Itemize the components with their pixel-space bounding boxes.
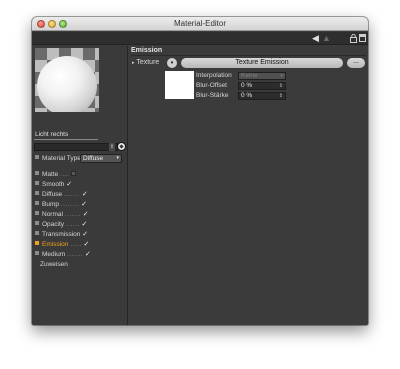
material-type-row: Material Type bbox=[35, 154, 81, 163]
spin-arrows-icon[interactable]: ⇕ bbox=[279, 83, 283, 89]
bullet-icon bbox=[35, 241, 39, 245]
channel-label: Opacity bbox=[42, 221, 65, 228]
checkmark-icon[interactable]: ✓ bbox=[82, 231, 88, 238]
channel-opacity[interactable]: Opacity ...... ✓ bbox=[35, 220, 87, 229]
up-arrow-icon[interactable]: ▲ bbox=[322, 34, 331, 43]
bullet-icon bbox=[35, 221, 39, 225]
leader-dots: ....... bbox=[64, 211, 81, 218]
chevron-down-icon: ▾ bbox=[116, 155, 119, 161]
lock-icon[interactable] bbox=[350, 34, 357, 43]
channel-label: Diffuse bbox=[42, 191, 63, 198]
channel-smooth[interactable]: Smooth ✓ bbox=[35, 180, 72, 189]
pick-material-icon[interactable] bbox=[117, 142, 126, 151]
matte-checkbox[interactable] bbox=[71, 171, 77, 176]
leader-dots: ....... bbox=[66, 251, 84, 258]
material-type-label: Material Type bbox=[42, 155, 81, 162]
blur-strength-value: 0 % bbox=[241, 92, 253, 99]
interpolation-label: Interpolation bbox=[196, 72, 232, 79]
channel-medium[interactable]: Medium ....... ✓ bbox=[35, 250, 91, 259]
channel-matte[interactable]: Matte .... bbox=[35, 170, 77, 179]
material-name-field[interactable] bbox=[34, 143, 118, 151]
more-options-button[interactable]: ... bbox=[347, 58, 365, 68]
back-arrow-icon[interactable]: ◀ bbox=[312, 34, 319, 43]
channel-label: Bump bbox=[42, 201, 59, 208]
checkmark-icon[interactable]: ✓ bbox=[66, 181, 72, 188]
channel-transmission[interactable]: Transmission ✓ bbox=[35, 230, 88, 239]
leader-dots: ...... bbox=[65, 221, 80, 228]
blur-offset-label: Blur-Offset bbox=[196, 82, 227, 89]
texture-name-button[interactable]: Texture Emission bbox=[181, 58, 343, 68]
material-type-value: Diffuse bbox=[83, 155, 104, 162]
material-preview[interactable] bbox=[35, 48, 99, 112]
texture-label[interactable]: ▸ Texture bbox=[132, 59, 159, 67]
channel-label: Normal bbox=[42, 211, 63, 218]
leader-dots: .... bbox=[60, 171, 70, 178]
channel-emission[interactable]: Emission ..... ✓ bbox=[35, 240, 89, 249]
bullet-icon bbox=[35, 155, 39, 159]
properties-panel: Emission ▸ Texture • Texture Emission ..… bbox=[129, 46, 368, 325]
checkmark-icon[interactable]: ✓ bbox=[85, 251, 91, 258]
texture-label-text: Texture bbox=[136, 59, 160, 66]
texture-preview bbox=[165, 71, 194, 99]
interpolation-value: Keine bbox=[241, 72, 258, 79]
leader-dots: ..... bbox=[70, 241, 82, 248]
checkmark-icon[interactable]: ✓ bbox=[84, 241, 90, 248]
channel-diffuse[interactable]: Diffuse ....... ✓ bbox=[35, 190, 88, 199]
interpolation-dropdown[interactable]: Keine ▾ bbox=[238, 72, 286, 80]
section-title: Emission bbox=[131, 46, 366, 56]
blur-offset-value: 0 % bbox=[241, 82, 253, 89]
editor-toolbar: ◀ ▲ bbox=[32, 32, 368, 45]
channel-label: Medium bbox=[42, 251, 66, 258]
bullet-icon bbox=[35, 201, 39, 205]
plus-icon: • bbox=[170, 58, 174, 67]
channel-normal[interactable]: Normal ....... ✓ bbox=[35, 210, 89, 219]
material-type-dropdown[interactable]: Diffuse ▾ bbox=[80, 154, 122, 163]
title-bar[interactable]: Material-Editor bbox=[32, 17, 368, 31]
checkmark-icon[interactable]: ✓ bbox=[81, 201, 87, 208]
leader-dots: ........ bbox=[60, 201, 80, 208]
bullet-icon bbox=[35, 191, 39, 195]
add-texture-button[interactable]: • bbox=[167, 58, 177, 68]
checkmark-icon[interactable]: ✓ bbox=[83, 211, 89, 218]
window-title: Material-Editor bbox=[173, 19, 226, 28]
leader-dots: ....... bbox=[63, 191, 81, 198]
channel-label: Transmission bbox=[42, 231, 81, 238]
blur-offset-field[interactable]: 0 % ⇕ bbox=[238, 82, 286, 90]
preview-sphere bbox=[37, 56, 97, 112]
checkmark-icon[interactable]: ✓ bbox=[82, 221, 88, 228]
chevron-down-icon: ▾ bbox=[280, 73, 283, 79]
bullet-icon bbox=[35, 181, 39, 185]
blur-strength-label: Blur-Stärke bbox=[196, 92, 229, 99]
material-sidebar: Licht rechts ⇕ Material Type Diffuse ▾ M… bbox=[32, 46, 128, 325]
channel-label: Smooth bbox=[42, 181, 65, 188]
channel-bump[interactable]: Bump ........ ✓ bbox=[35, 200, 87, 209]
channel-label: Emission bbox=[42, 241, 69, 248]
bullet-icon bbox=[35, 211, 39, 215]
bullet-icon bbox=[35, 171, 39, 175]
bullet-icon bbox=[35, 231, 39, 235]
bullet-icon bbox=[35, 251, 39, 255]
material-editor-window: Material-Editor ◀ ▲ Licht rechts ⇕ Mater… bbox=[32, 17, 368, 325]
assign-link[interactable]: Zuweisen bbox=[40, 260, 68, 269]
new-window-icon[interactable] bbox=[359, 34, 366, 42]
spin-arrows-icon[interactable]: ⇕ bbox=[279, 93, 283, 99]
material-name-label: Licht rechts bbox=[34, 131, 98, 140]
disclosure-triangle-icon[interactable]: ▸ bbox=[132, 60, 135, 66]
spin-arrows-icon[interactable]: ⇕ bbox=[109, 143, 115, 151]
checkmark-icon[interactable]: ✓ bbox=[82, 191, 88, 198]
blur-strength-field[interactable]: 0 % ⇕ bbox=[238, 92, 286, 100]
channel-label: Matte bbox=[42, 171, 59, 178]
